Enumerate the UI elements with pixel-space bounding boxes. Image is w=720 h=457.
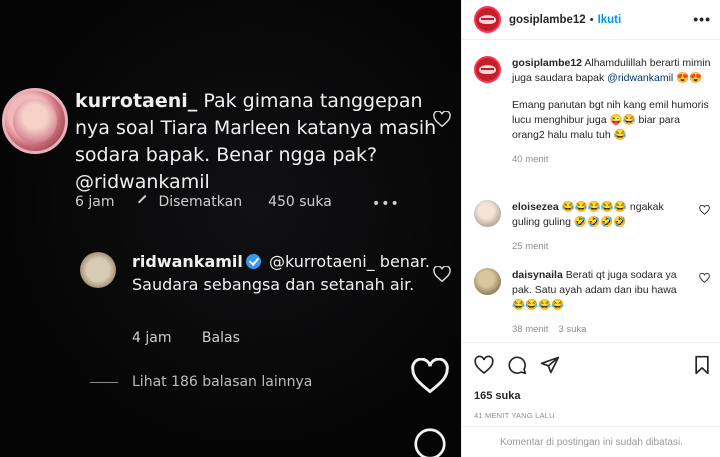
comment-time: 38 menit [512, 324, 549, 335]
caption-paragraph-2: Emang panutan bgt nih kang emil humoris … [512, 99, 709, 141]
comments-closed-notice: Komentar di postingan ini sudah dibatasi… [462, 426, 720, 457]
comment-item: eloisezea 😂😂😂😂😂 ngakak guling guling 🤣🤣🤣… [474, 200, 714, 254]
verified-badge-icon [245, 254, 261, 269]
media-reply-time: 4 jam [132, 330, 172, 346]
caption-mention[interactable]: @ridwankamil [607, 72, 673, 84]
media-comment-text: kurrotaeni_ Pak gimana tanggepan nya soa… [75, 88, 445, 196]
more-options-icon[interactable]: ••• [693, 11, 711, 27]
heart-icon [433, 266, 451, 282]
comment-body: daisynaila Berati qt juga sodara ya pak.… [512, 268, 692, 337]
pin-icon [138, 194, 153, 210]
media-comment-time: 6 jam [75, 194, 115, 210]
action-icons [474, 355, 560, 375]
action-bar: 165 suka 41 MENIT YANG LALU Komentar di … [462, 342, 720, 457]
post-sidebar: gosiplambe12 • Ikuti ••• gosiplambe12 Al… [461, 0, 720, 457]
heart-icon [433, 111, 451, 127]
comment-avatar[interactable] [474, 200, 501, 227]
post-media[interactable]: kurrotaeni_ Pak gimana tanggepan nya soa… [0, 0, 461, 457]
header-username[interactable]: gosiplambe12 [509, 14, 586, 26]
caption-emoji: 😍😍 [676, 72, 703, 84]
more-options-icon: ••• [372, 196, 400, 212]
comment-username[interactable]: eloisezea [512, 201, 559, 213]
like-count[interactable]: 165 suka [474, 390, 520, 402]
comment-item: daisynaila Berati qt juga sodara ya pak.… [474, 268, 714, 337]
media-comment-likes: 450 suka [268, 194, 332, 210]
header-separator: • [589, 13, 594, 26]
media-reply-text: ridwankamil @kurrotaeni_ benar. Saudara … [132, 250, 432, 296]
post-caption: gosiplambe12 Alhamdulillah berarti mimin… [474, 56, 714, 167]
comment-bubble-icon [414, 428, 446, 457]
media-reply-meta: 4 jam Balas [132, 330, 266, 346]
media-reply-label: Balas [201, 330, 240, 346]
caption-avatar[interactable] [474, 56, 501, 83]
comment-meta: 38 menit 3 suka [512, 322, 692, 337]
like-heart-icon[interactable] [699, 205, 710, 215]
media-comment-pinned: Disematkan [158, 194, 243, 210]
comment-body: eloisezea 😂😂😂😂😂 ngakak guling guling 🤣🤣🤣… [512, 200, 692, 254]
caption-time: 40 menit [512, 154, 549, 165]
comment-username[interactable]: daisynaila [512, 269, 563, 281]
follow-button[interactable]: Ikuti [598, 14, 622, 26]
post-header: gosiplambe12 • Ikuti ••• [462, 0, 720, 40]
media-comment-meta: 6 jam Disematkan 450 suka [75, 194, 358, 210]
comment-time: 25 menit [512, 241, 549, 252]
media-view-more-text: Lihat 186 balasan lainnya [132, 374, 313, 390]
caption-body: gosiplambe12 Alhamdulillah berarti mimin… [512, 56, 714, 167]
media-reply-username: ridwankamil [132, 252, 243, 271]
bookmark-icon[interactable] [693, 355, 711, 375]
media-comment-username: kurrotaeni_ [75, 90, 198, 112]
post-timestamp: 41 MENIT YANG LALU [474, 411, 555, 420]
media-reply-mention: @kurrotaeni_ [268, 252, 375, 271]
like-heart-icon[interactable] [699, 273, 710, 283]
reply-avatar [80, 252, 116, 288]
account-avatar[interactable] [474, 6, 501, 33]
like-heart-icon[interactable] [474, 355, 494, 375]
comment-icon[interactable] [507, 355, 527, 375]
commenter-avatar [2, 88, 68, 154]
share-paper-plane-icon[interactable] [540, 355, 560, 375]
caption-username[interactable]: gosiplambe12 [512, 57, 582, 69]
media-view-more: Lihat 186 balasan lainnya [90, 374, 312, 390]
comment-likes[interactable]: 3 suka [558, 324, 586, 335]
comment-avatar[interactable] [474, 268, 501, 295]
comment-meta: 25 menit [512, 239, 692, 254]
heart-outline-icon [411, 358, 449, 394]
